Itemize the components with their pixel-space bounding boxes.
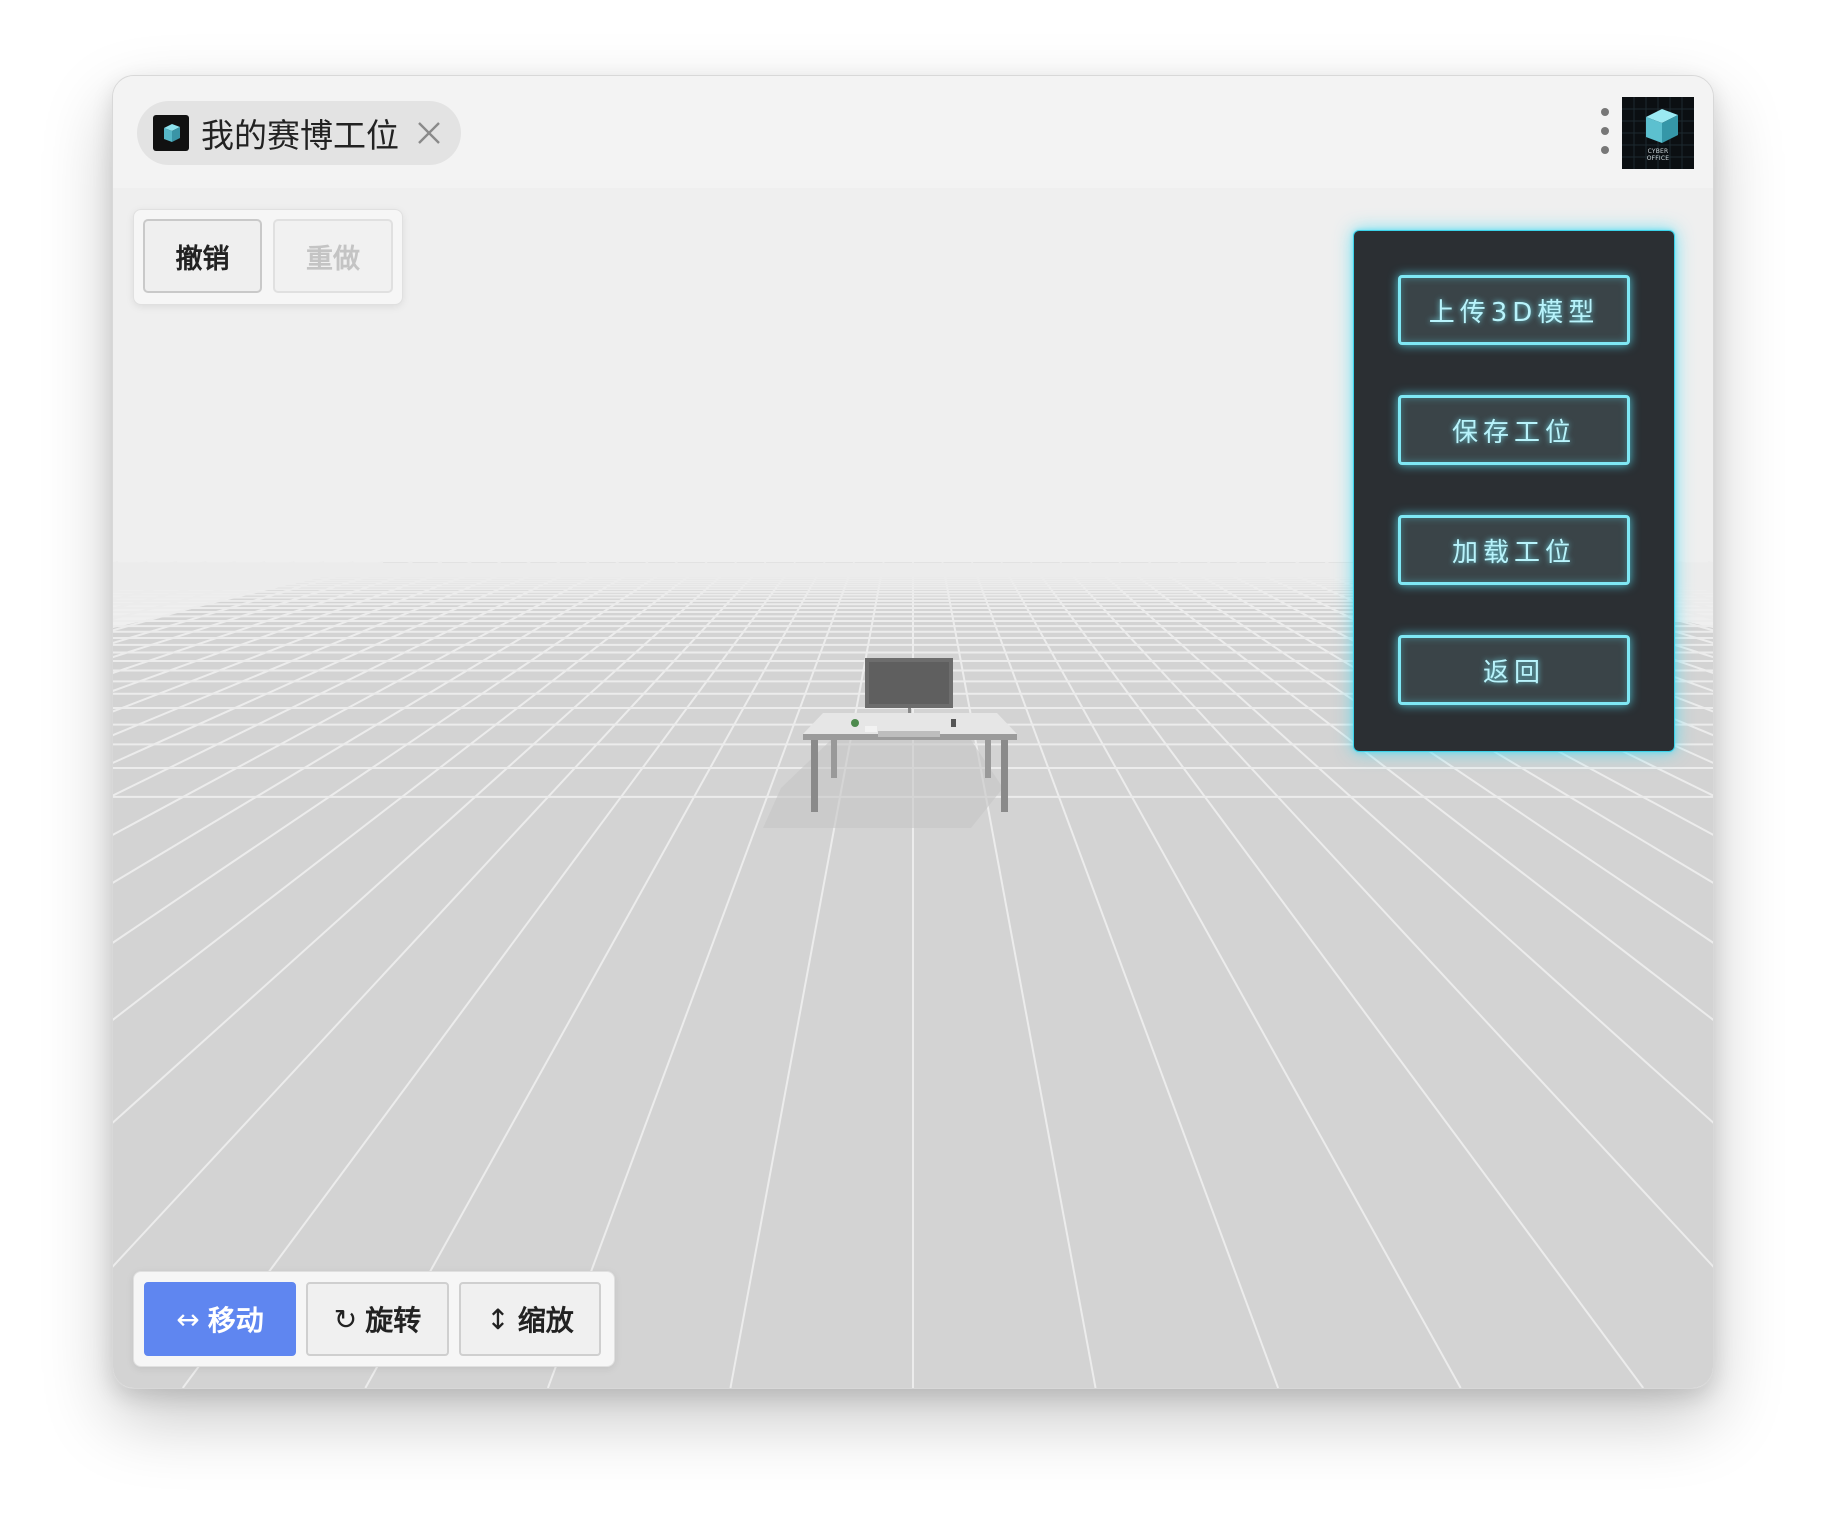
cube-icon: [153, 115, 189, 151]
history-toolbar: 撤销 重做: [133, 209, 403, 305]
cyber-office-logo: CYBER OFFICE: [1622, 97, 1694, 169]
title-bar: 我的赛博工位 CYBER OFFICE: [113, 76, 1713, 188]
rotate-mode-label: 旋转: [365, 1304, 422, 1337]
app-window: 我的赛博工位 CYBER OFFICE 撤销 重做 ↔ 移动 ↻ 旋转 ↕ 缩放…: [112, 75, 1714, 1389]
move-mode-label: 移动: [207, 1304, 264, 1337]
save-workspace-button[interactable]: 保存工位: [1398, 395, 1630, 465]
logo-text-line1: CYBER: [1647, 148, 1669, 155]
rotate-icon: ↻: [333, 1302, 358, 1336]
rotate-mode-button[interactable]: ↻ 旋转: [306, 1282, 449, 1356]
redo-button[interactable]: 重做: [273, 219, 393, 293]
logo-text-line2: OFFICE: [1646, 155, 1670, 162]
upload-3d-model-button[interactable]: 上传3D模型: [1398, 275, 1630, 345]
scale-arrows-icon: ↕: [486, 1302, 510, 1336]
undo-button[interactable]: 撤销: [143, 219, 262, 293]
scale-mode-button[interactable]: ↕ 缩放: [459, 1282, 601, 1356]
back-button[interactable]: 返回: [1398, 635, 1630, 705]
transform-toolbar: ↔ 移动 ↻ 旋转 ↕ 缩放: [133, 1271, 615, 1367]
load-workspace-button[interactable]: 加载工位: [1398, 515, 1630, 585]
workspace-tab[interactable]: 我的赛博工位: [137, 101, 461, 165]
move-mode-button[interactable]: ↔ 移动: [144, 1282, 296, 1356]
scale-mode-label: 缩放: [517, 1304, 574, 1337]
tab-title: 我的赛博工位: [201, 116, 399, 155]
move-arrows-icon: ↔: [176, 1302, 200, 1336]
close-icon[interactable]: [415, 119, 443, 147]
side-action-panel: 上传3D模型 保存工位 加载工位 返回: [1353, 230, 1675, 752]
kebab-menu-icon[interactable]: [1599, 108, 1611, 154]
